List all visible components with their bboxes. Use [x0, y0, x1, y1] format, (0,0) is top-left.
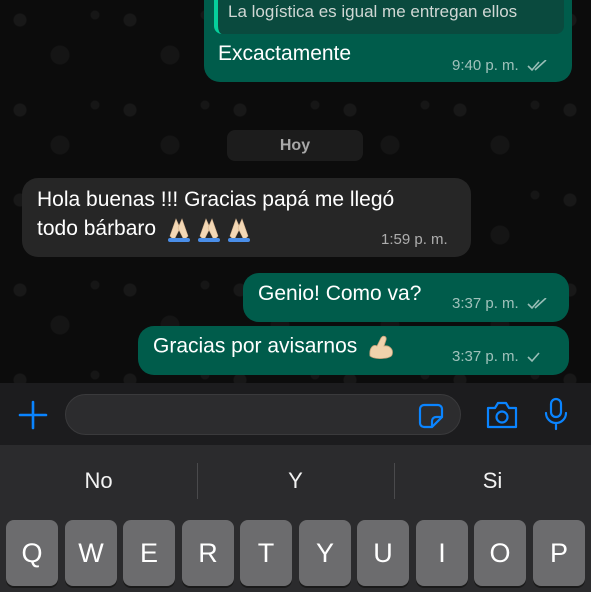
quoted-message[interactable]: La logística es igual me entregan ellos [214, 0, 564, 34]
message-text-line2-text: todo bárbaro [37, 217, 157, 240]
key-e[interactable]: E [123, 520, 175, 586]
message-text: Gracias por avisarnos [153, 334, 395, 360]
key-p[interactable]: P [533, 520, 585, 586]
key-y[interactable]: Y [299, 520, 351, 586]
camera-icon[interactable] [485, 400, 519, 430]
message-input[interactable] [65, 394, 461, 435]
message-text-line1: Hola buenas !!! Gracias papá me llegó [37, 188, 395, 211]
key-q[interactable]: Q [6, 520, 58, 586]
message-time: 9:40 p. m. [452, 57, 549, 74]
suggestion-3[interactable]: Si [394, 445, 591, 515]
message-text-line2: todo bárbaro [37, 214, 394, 243]
double-check-icon [527, 298, 547, 310]
suggestion-2[interactable]: Y [197, 445, 394, 515]
key-w[interactable]: W [65, 520, 117, 586]
sticker-icon[interactable] [418, 403, 444, 429]
plus-icon[interactable] [18, 400, 48, 430]
microphone-icon[interactable] [543, 397, 569, 431]
suggestion-1[interactable]: No [0, 445, 197, 515]
message-time: 3:37 p. m. [452, 295, 549, 312]
date-separator: Hoy [227, 130, 363, 161]
key-r[interactable]: R [182, 520, 234, 586]
keyboard: No Y Si Q W E R T Y U I O P [0, 445, 591, 592]
time-label: 3:37 p. m. [452, 348, 519, 365]
key-i[interactable]: I [416, 520, 468, 586]
message-time: 1:59 p. m. [381, 231, 448, 248]
time-label: 9:40 p. m. [452, 57, 519, 74]
message-text: Genio! Como va? [258, 282, 422, 305]
single-check-icon [527, 352, 540, 363]
chat-area: La logística es igual me entregan ellos … [0, 0, 591, 383]
double-check-icon [527, 60, 547, 72]
message-time: 3:37 p. m. [452, 348, 541, 365]
quoted-message-text: La logística es igual me entregan ellos [228, 2, 518, 21]
message-text: Hola buenas !!! Gracias papá me llegó to… [37, 185, 394, 243]
key-u[interactable]: U [357, 520, 409, 586]
message-text: Excactamente [218, 42, 352, 65]
key-o[interactable]: O [474, 520, 526, 586]
flexed-biceps-emoji [369, 335, 393, 359]
folded-hands-emoji [167, 218, 250, 243]
message-text-content: Gracias por avisarnos [153, 334, 358, 358]
time-label: 3:37 p. m. [452, 295, 519, 312]
key-t[interactable]: T [240, 520, 292, 586]
